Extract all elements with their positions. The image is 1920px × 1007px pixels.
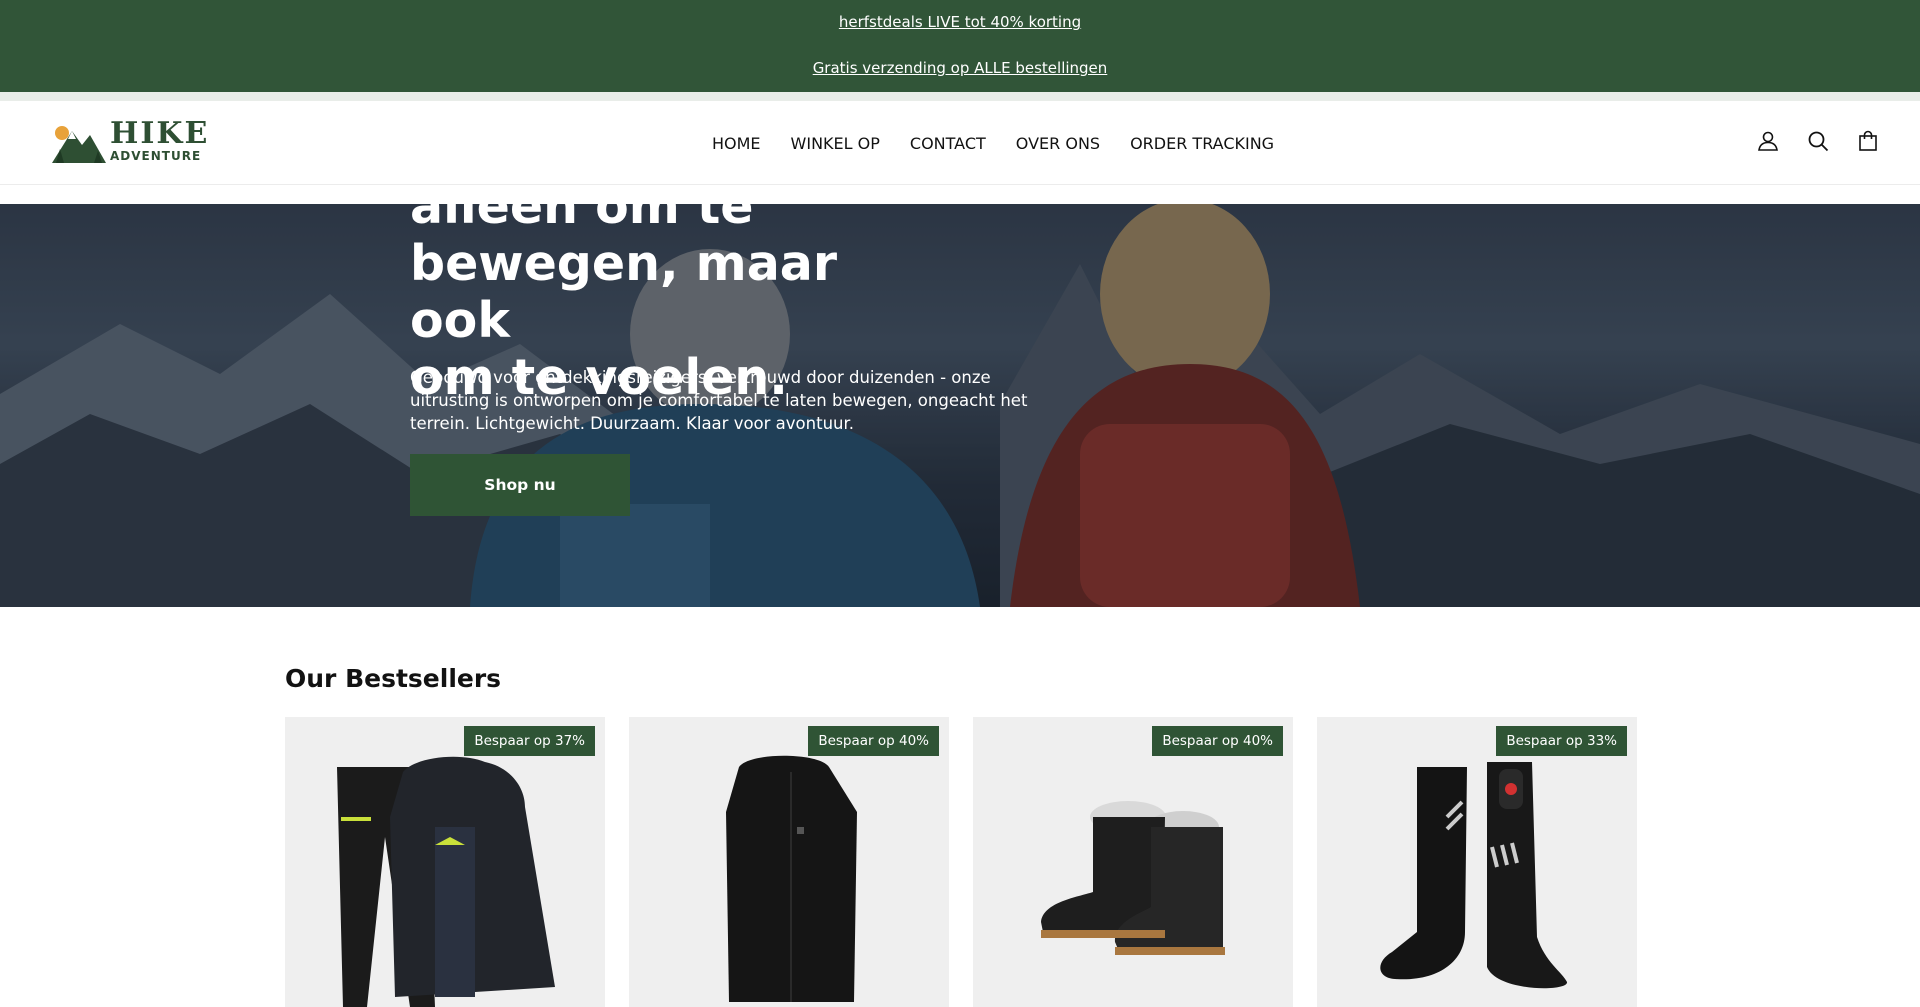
announcement-bar: herfstdeals LIVE tot 40% korting Gratis …	[0, 0, 1920, 92]
product-card[interactable]: Bespaar op 40%	[629, 717, 949, 1007]
announcement-link-shipping[interactable]: Gratis verzending op ALLE bestellingen	[0, 59, 1920, 77]
discount-badge: Bespaar op 37%	[464, 726, 595, 756]
account-icon[interactable]	[1756, 129, 1780, 153]
nav-item-about[interactable]: OVER ONS	[1016, 134, 1100, 153]
logo-title: HIKE	[110, 116, 210, 151]
snow-boots-image	[1041, 801, 1225, 955]
nav-item-home[interactable]: HOME	[712, 134, 761, 153]
ski-suit-image	[337, 756, 555, 1007]
brand-logo[interactable]: HIKE ADVENTURE	[50, 119, 210, 169]
cart-icon[interactable]	[1856, 129, 1880, 153]
hero-subtitle: Gebouwd voor ontdekkingsreizigers, vertr…	[410, 368, 1028, 433]
bestsellers-heading: Our Bestsellers	[285, 664, 502, 693]
discount-badge: Bespaar op 33%	[1496, 726, 1627, 756]
main-nav: HOME WINKEL OP CONTACT OVER ONS ORDER TR…	[712, 101, 1274, 185]
product-card[interactable]: Bespaar op 33%	[1317, 717, 1637, 1007]
logo-mountain-icon	[52, 126, 106, 163]
hero-title-line: alleen om te	[410, 204, 754, 235]
header-icons	[1756, 129, 1880, 153]
nav-item-order-tracking[interactable]: ORDER TRACKING	[1130, 134, 1274, 153]
product-card[interactable]: Bespaar op 37%	[285, 717, 605, 1007]
discount-badge: Bespaar op 40%	[1152, 726, 1283, 756]
announcement-link-deals[interactable]: herfstdeals LIVE tot 40% korting	[0, 13, 1920, 31]
hero-title-line: bewegen, maar ook	[410, 235, 838, 349]
product-card[interactable]: Bespaar op 40%	[973, 717, 1293, 1007]
shop-now-button[interactable]: Shop nu	[410, 454, 630, 516]
nav-item-contact[interactable]: CONTACT	[910, 134, 986, 153]
product-grid: Bespaar op 37% Bespaar op 40% Bespaar op…	[285, 717, 1637, 1007]
hero-banner: alleen om te bewegen, maar ook om te voe…	[0, 204, 1920, 607]
announcement-divider	[0, 92, 1920, 101]
logo-subtitle: ADVENTURE	[110, 149, 202, 163]
site-header: HIKE ADVENTURE HOME WINKEL OP CONTACT OV…	[0, 101, 1920, 185]
search-icon[interactable]	[1806, 129, 1830, 153]
heated-vest-image	[726, 755, 857, 1002]
discount-badge: Bespaar op 40%	[808, 726, 939, 756]
nav-item-shop[interactable]: WINKEL OP	[791, 134, 880, 153]
heated-socks-image	[1380, 762, 1568, 989]
